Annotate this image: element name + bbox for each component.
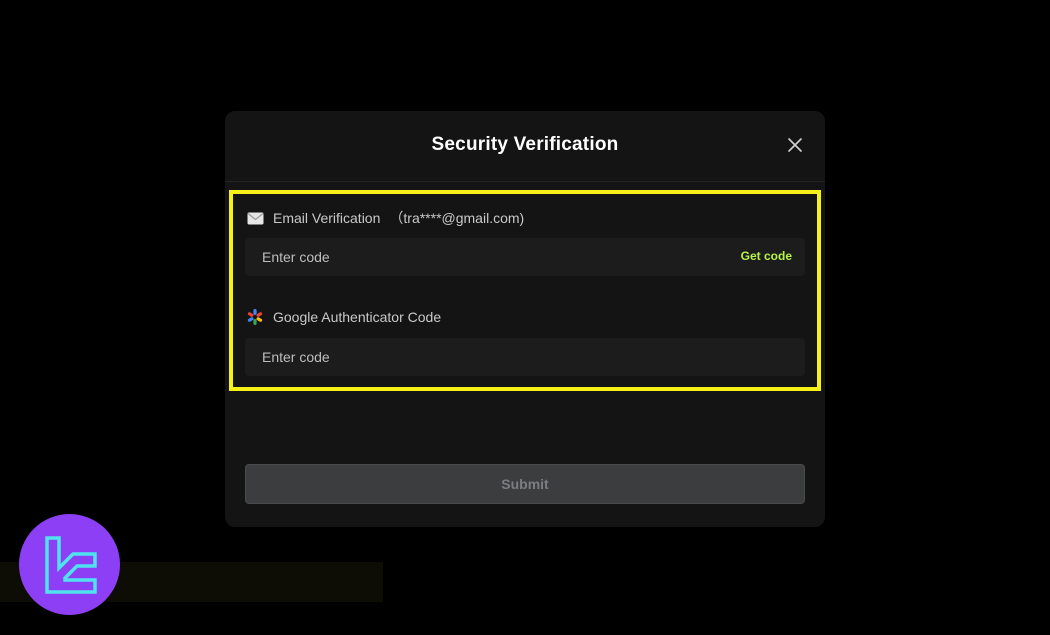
brand-logo-icon: [45, 536, 97, 594]
modal-header: Security Verification: [225, 111, 825, 182]
close-button[interactable]: [785, 135, 805, 155]
submit-button[interactable]: Submit: [245, 464, 805, 504]
google-authenticator-icon: [246, 308, 264, 326]
security-verification-modal: Security Verification Email Verification…: [225, 111, 825, 527]
brand-logo: [19, 514, 120, 615]
google-auth-code-field[interactable]: [245, 338, 805, 376]
email-code-input[interactable]: [245, 238, 805, 276]
google-authenticator-label: Google Authenticator Code: [246, 308, 441, 326]
modal-title: Security Verification: [431, 134, 619, 155]
email-label-text: Email Verification: [273, 210, 381, 226]
email-verification-label: Email Verification （tra****@gmail.com): [246, 208, 524, 228]
close-icon: [788, 138, 802, 152]
page: Security Verification Email Verification…: [0, 0, 1050, 635]
email-address-text: （tra****@gmail.com): [389, 210, 525, 226]
envelope-icon: [246, 209, 264, 227]
get-code-button[interactable]: Get code: [741, 249, 792, 263]
google-auth-label-text: Google Authenticator Code: [273, 309, 442, 325]
email-code-field[interactable]: Get code: [245, 238, 805, 276]
google-auth-code-input[interactable]: [245, 338, 805, 376]
